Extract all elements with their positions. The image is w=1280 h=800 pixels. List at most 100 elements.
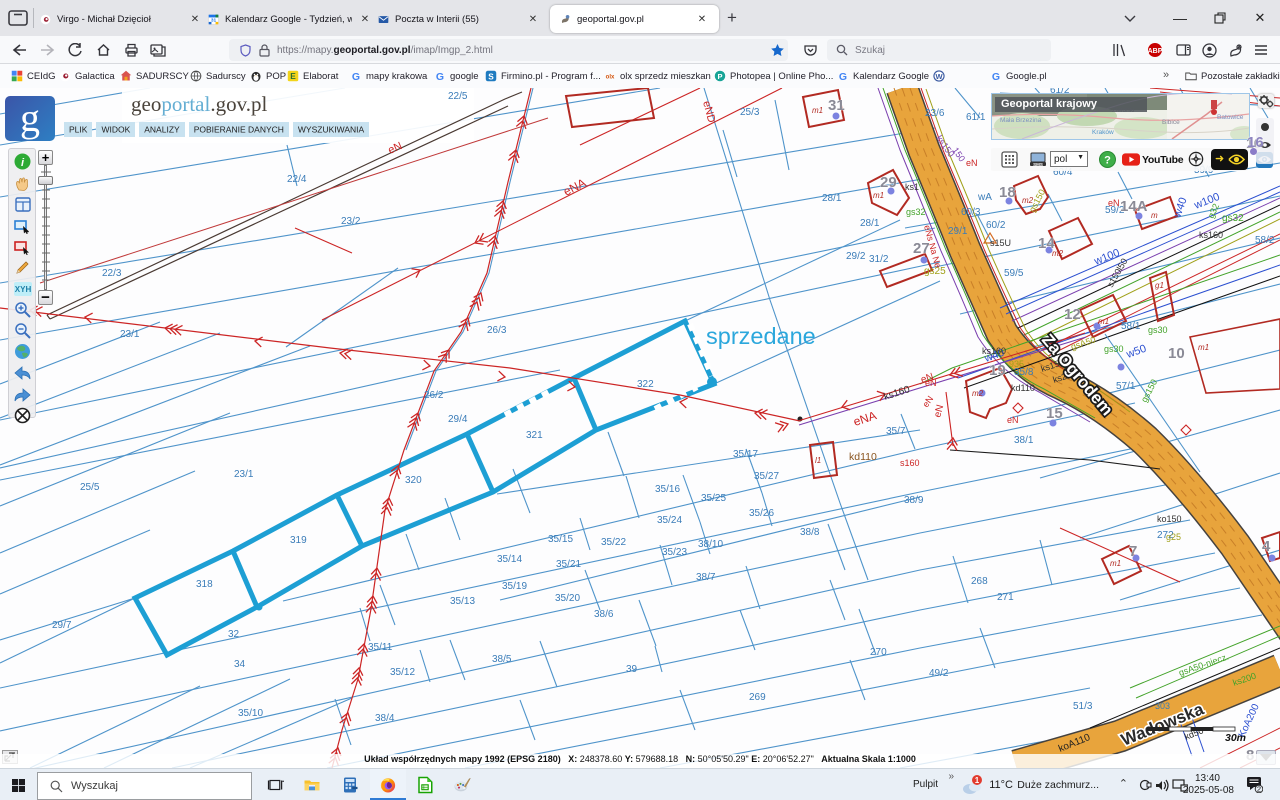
svg-text:268: 268 <box>971 576 988 587</box>
svg-text:4: 4 <box>1262 538 1271 555</box>
svg-text:15: 15 <box>1046 405 1063 422</box>
svg-text:22/3: 22/3 <box>102 268 122 279</box>
svg-text:29: 29 <box>880 174 897 191</box>
svg-text:38/1: 38/1 <box>1014 435 1034 446</box>
svg-text:35/15: 35/15 <box>548 534 573 545</box>
svg-text:35/17: 35/17 <box>733 449 758 460</box>
svg-text:10: 10 <box>1168 345 1185 362</box>
svg-text:58/1: 58/1 <box>1121 321 1141 332</box>
svg-text:kd110: kd110 <box>849 451 877 463</box>
svg-text:35/19: 35/19 <box>502 581 527 592</box>
svg-text:E: E <box>290 72 296 81</box>
svg-text:38/7: 38/7 <box>696 572 716 583</box>
svg-text:35/12: 35/12 <box>390 667 415 678</box>
svg-text:35/23: 35/23 <box>662 547 687 558</box>
svg-text:59/5: 59/5 <box>1004 268 1024 279</box>
svg-text:m1: m1 <box>1198 343 1209 352</box>
svg-text:s160: s160 <box>900 458 920 468</box>
svg-text:ks160: ks160 <box>1199 230 1223 240</box>
svg-text:38/10: 38/10 <box>698 539 723 550</box>
svg-text:28/1: 28/1 <box>822 193 842 204</box>
svg-text:29/4: 29/4 <box>448 414 468 425</box>
svg-text:25/5: 25/5 <box>80 482 100 493</box>
svg-text:60/3: 60/3 <box>961 207 981 218</box>
svg-text:29/2: 29/2 <box>846 251 866 262</box>
svg-text:321: 321 <box>526 430 543 441</box>
svg-text:35/13: 35/13 <box>450 596 475 607</box>
svg-text:35/11: 35/11 <box>368 642 393 653</box>
svg-text:1: 1 <box>975 776 980 785</box>
svg-text:18: 18 <box>999 184 1016 201</box>
svg-text:57/1: 57/1 <box>1116 381 1136 392</box>
svg-text:wA: wA <box>977 192 992 203</box>
svg-text:14A: 14A <box>1120 198 1148 215</box>
svg-text:Mała Brzezina: Mała Brzezina <box>1000 117 1042 124</box>
svg-text:60/2: 60/2 <box>986 220 1006 231</box>
svg-text:Kraków: Kraków <box>1092 129 1114 136</box>
svg-text:23/2: 23/2 <box>341 216 361 227</box>
svg-text:34: 34 <box>234 659 246 670</box>
svg-text:m2: m2 <box>1022 196 1034 205</box>
svg-text:2: 2 <box>1257 785 1261 793</box>
svg-text:61/1: 61/1 <box>966 112 986 123</box>
svg-text:35/20: 35/20 <box>555 593 580 604</box>
svg-text:271: 271 <box>997 592 1014 603</box>
svg-text:322: 322 <box>637 379 654 390</box>
svg-text:eN: eN <box>925 378 937 388</box>
svg-text:gs32: gs32 <box>906 207 926 217</box>
svg-text:23/1: 23/1 <box>120 329 140 340</box>
svg-text:19: 19 <box>989 362 1006 379</box>
svg-text:27: 27 <box>913 240 930 257</box>
svg-text:29/7: 29/7 <box>52 620 72 631</box>
svg-text:Bibice: Bibice <box>1162 119 1180 126</box>
svg-text:22/4: 22/4 <box>287 174 307 185</box>
svg-text:26/3: 26/3 <box>487 325 507 336</box>
svg-text:38/9: 38/9 <box>904 495 924 506</box>
svg-text:S: S <box>488 72 494 81</box>
svg-text:m: m <box>1151 211 1158 220</box>
svg-text:935: 935 <box>1009 359 1024 369</box>
svg-text:31: 31 <box>828 97 845 114</box>
svg-text:sprzedane: sprzedane <box>706 323 816 349</box>
svg-text:gs30: gs30 <box>1148 325 1168 335</box>
svg-text:29/1: 29/1 <box>948 226 968 237</box>
svg-text:23/1: 23/1 <box>234 469 254 480</box>
svg-text:318: 318 <box>196 579 213 590</box>
svg-text:35/25: 35/25 <box>701 493 726 504</box>
svg-text:269: 269 <box>749 692 766 703</box>
svg-text:G: G <box>436 71 444 82</box>
svg-text:W: W <box>935 72 943 81</box>
svg-text:38/8: 38/8 <box>800 527 820 538</box>
svg-text:303: 303 <box>1155 701 1170 711</box>
svg-text:49/2: 49/2 <box>929 668 949 679</box>
svg-text:38/6: 38/6 <box>594 609 614 620</box>
svg-text:320: 320 <box>405 475 422 486</box>
svg-text:Batowice: Batowice <box>1217 114 1244 121</box>
svg-text:P: P <box>717 72 722 81</box>
svg-text:m1: m1 <box>812 106 823 115</box>
svg-text:SMS: SMS <box>1033 162 1043 167</box>
svg-text:38/5: 38/5 <box>492 654 512 665</box>
svg-text:28/1: 28/1 <box>860 218 880 229</box>
svg-text:31/2: 31/2 <box>869 254 889 265</box>
svg-text:23/6: 23/6 <box>925 108 945 119</box>
svg-text:ko150: ko150 <box>1157 514 1182 524</box>
svg-text:l1: l1 <box>815 456 821 465</box>
svg-text:eN: eN <box>966 158 978 168</box>
svg-text:G: G <box>352 71 360 82</box>
svg-text:g1: g1 <box>1155 281 1164 290</box>
svg-text:39: 39 <box>626 664 638 675</box>
svg-text:35/21: 35/21 <box>556 559 581 570</box>
svg-text:ABP: ABP <box>1148 48 1163 55</box>
svg-text:35/7: 35/7 <box>886 426 906 437</box>
svg-text:ks1: ks1 <box>905 182 919 192</box>
svg-text:G: G <box>992 71 1000 82</box>
svg-text:35/22: 35/22 <box>601 537 626 548</box>
svg-text:m1: m1 <box>1098 317 1109 326</box>
svg-text:m2: m2 <box>1052 249 1064 258</box>
svg-text:51/3: 51/3 <box>1073 701 1093 712</box>
svg-text:58/2: 58/2 <box>1255 235 1275 246</box>
svg-text:12: 12 <box>1064 306 1081 323</box>
svg-text:m1: m1 <box>1110 559 1121 568</box>
svg-text:32: 32 <box>228 629 240 640</box>
